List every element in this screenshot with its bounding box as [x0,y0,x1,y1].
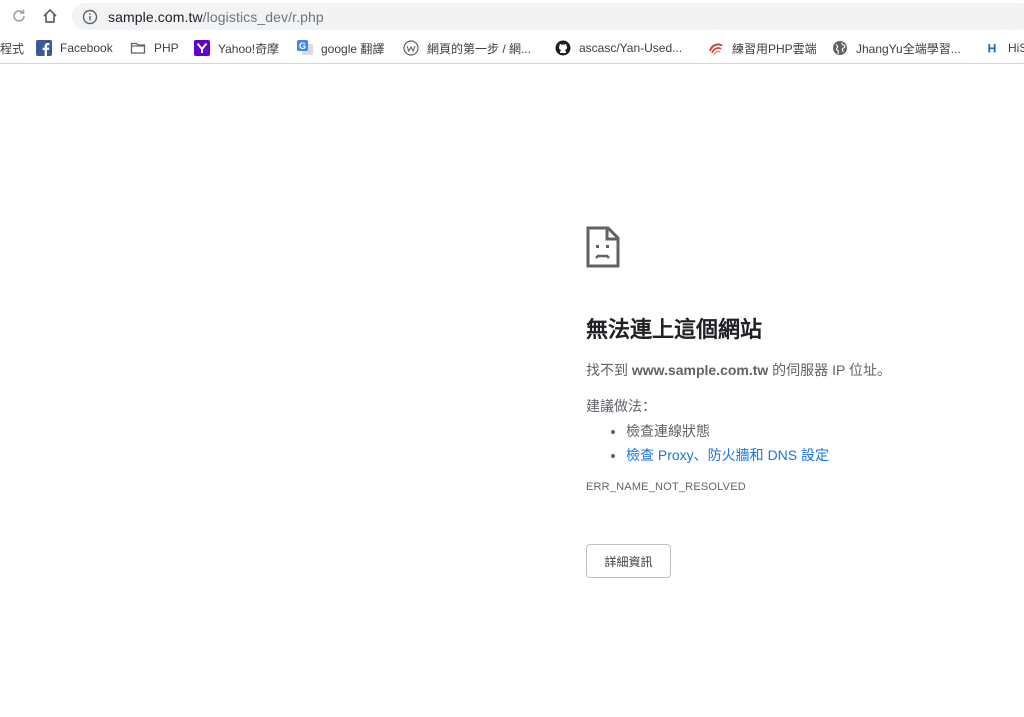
bookmark-item[interactable]: 練習用PHP雲端 [708,38,817,58]
details-button[interactable]: 詳細資訊 [586,544,671,578]
sad-page-icon [586,226,620,268]
bookmark-label: 練習用PHP雲端 [732,41,817,56]
google-translate-icon: G [297,40,313,56]
info-icon[interactable] [82,9,98,25]
bookmark-item[interactable]: JhangYu全端學習... [832,38,961,58]
suggestions-heading: 建議做法： [586,398,656,414]
bookmark-item[interactable]: PHP [130,38,179,58]
error-description: 找不到 www.sample.com.tw 的伺服器 IP 位址。 [586,362,891,378]
check-proxy-link[interactable]: 檢查 Proxy、防火牆和 DNS 設定 [626,447,829,463]
github-icon [555,40,571,56]
yahoo-icon [194,40,210,56]
browser-toolbar: sample.com.tw/logistics_dev/r.php [0,0,1024,32]
bookmark-label: ascasc/Yan-Used... [579,41,683,55]
suggestions-list: 檢查連線狀態 檢查 Proxy、防火牆和 DNS 設定 [586,419,1006,467]
error-host: www.sample.com.tw [631,362,769,378]
suggestion-check-connection: 檢查連線狀態 [626,419,1006,443]
svg-text:G: G [299,41,306,51]
bookmark-label: 網頁的第一步 / 網... [427,41,532,56]
suggestion-check-proxy: 檢查 Proxy、防火牆和 DNS 設定 [626,443,1006,467]
bookmark-item[interactable]: Yahoo!奇摩 [194,38,279,58]
h-icon: H [984,40,1000,56]
bookmark-label: Yahoo!奇摩 [218,41,280,56]
bookmark-label: HiS [1008,41,1024,55]
page-title: 無法連上這個網站 [586,317,763,342]
bookmark-label: JhangYu全端學習... [856,41,961,56]
bookmark-label: Facebook [60,41,113,55]
error-page: 無法連上這個網站 找不到 www.sample.com.tw 的伺服器 IP 位… [586,226,1006,578]
svg-text:H: H [988,42,997,56]
bookmark-item[interactable]: ascasc/Yan-Used... [555,38,682,58]
bookmark-label: google 翻譯 [321,41,385,56]
bookmarks-bar: 程式 Facebook PHP Yahoo!奇摩 G google 翻譯 網頁的… [0,33,1024,64]
home-icon[interactable] [39,5,61,27]
reload-icon[interactable] [8,5,30,27]
swirl-icon [708,40,724,56]
error-code: ERR_NAME_NOT_RESOLVED [586,481,746,493]
address-bar[interactable]: sample.com.tw/logistics_dev/r.php [72,3,1024,30]
folder-icon [130,40,146,56]
globe-icon [832,40,848,56]
bookmark-item[interactable]: H HiS [984,38,1024,58]
bookmark-label: 程式 [0,41,25,56]
bookmark-item[interactable]: Facebook [36,38,113,58]
bookmark-item[interactable]: 程式 [0,38,24,58]
bookmark-item[interactable]: G google 翻譯 [297,38,384,58]
facebook-icon [36,40,52,56]
url-text: sample.com.tw/logistics_dev/r.php [108,8,324,25]
bookmark-item[interactable]: 網頁的第一步 / 網... [403,38,531,58]
bookmark-label: PHP [154,41,179,55]
w-icon [403,40,419,56]
